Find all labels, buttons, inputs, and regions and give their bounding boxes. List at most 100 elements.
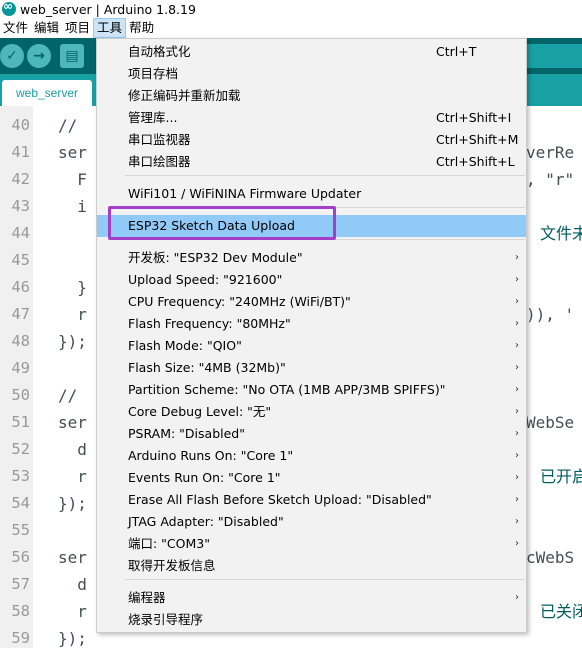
submenu-arrow-icon: › [515,450,519,461]
code-text: F [58,170,87,189]
menu-item-15[interactable]: Core Debug Level: "无" › [97,401,526,423]
code-text-overflow: , "r" [526,170,575,189]
line-number: 54 [11,494,30,512]
code-text: d [58,575,87,594]
menu-file[interactable]: 文件 [0,18,31,38]
line-number: 42 [11,170,30,188]
code-text: } [58,278,87,297]
menu-item-shortcut: Ctrl+Shift+M [436,132,519,147]
menu-item-label: Arduino Runs On: "Core 1" [128,448,294,463]
submenu-arrow-icon: › [515,318,519,329]
submenu-arrow-icon: › [515,494,519,505]
menu-item-4[interactable]: 串口监视器 Ctrl+Shift+M [97,129,526,151]
menu-item-10[interactable]: CPU Frequency: "240MHz (WiFi/BT)" › [97,291,526,313]
menu-item-19[interactable]: Erase All Flash Before Sketch Upload: "D… [97,489,526,511]
submenu-arrow-icon: › [515,516,519,527]
line-number: 57 [11,575,30,593]
code-text: r [58,602,87,621]
code-text: ser [58,413,87,432]
menu-item-17[interactable]: Arduino Runs On: "Core 1" › [97,445,526,467]
menu-item-22[interactable]: 取得开发板信息 [97,555,526,577]
menu-item-23[interactable]: 编程器 › [97,587,526,609]
menu-item-5[interactable]: 串口绘图器 Ctrl+Shift+L [97,151,526,173]
menu-item-label: WiFi101 / WiFiNINA Firmware Updater [128,186,362,201]
line-number: 43 [11,197,30,215]
menu-item-20[interactable]: JTAG Adapter: "Disabled" › [97,511,526,533]
serial-monitor-button[interactable] [522,44,582,68]
upload-button[interactable]: → [27,44,51,68]
arrow-right-icon: → [33,48,45,64]
menu-item-0[interactable]: 自动格式化 Ctrl+T [97,41,526,63]
menu-item-label: JTAG Adapter: "Disabled" [128,514,284,529]
menu-item-label: CPU Frequency: "240MHz (WiFi/BT)" [128,294,351,309]
submenu-arrow-icon: › [515,252,519,263]
menu-item-13[interactable]: Flash Size: "4MB (32Mb)" › [97,357,526,379]
window-title: web_server | Arduino 1.8.19 [20,1,196,17]
menu-item-14[interactable]: Partition Scheme: "No OTA (1MB APP/3MB S… [97,379,526,401]
menu-item-12[interactable]: Flash Mode: "QIO" › [97,335,526,357]
verify-button[interactable]: ✓ [0,44,24,68]
code-text: }); [58,494,87,513]
menu-item-label: Flash Mode: "QIO" [128,338,242,353]
check-icon: ✓ [6,48,18,64]
menu-item-label: 烧录引导程序 [128,612,204,627]
code-text: }); [58,629,87,648]
menu-item-shortcut: Ctrl+T [436,44,477,59]
menu-separator [125,175,525,176]
menu-item-8[interactable]: 开发板: "ESP32 Dev Module" › [97,247,526,269]
menu-item-3[interactable]: 管理库... Ctrl+Shift+I [97,107,526,129]
menu-item-shortcut: Ctrl+Shift+I [436,110,512,125]
menu-item-label: 自动格式化 [128,44,191,59]
menu-item-label: 开发板: "ESP32 Dev Module" [128,250,303,265]
title-bar: web_server | Arduino 1.8.19 [0,0,582,18]
menu-tools[interactable]: 工具 [93,18,127,38]
code-text: i [58,197,87,216]
code-text: ser [58,143,87,162]
code-text-overflow: verRe [526,143,575,162]
code-text-overflow: 文件未找 [540,224,582,243]
line-number: 40 [11,116,30,134]
line-number: 49 [11,359,30,377]
line-number: 56 [11,548,30,566]
code-text: d [58,440,87,459]
line-number: 59 [11,629,30,647]
menu-sketch[interactable]: 项目 [62,18,93,38]
menu-item-16[interactable]: PSRAM: "Disabled" › [97,423,526,445]
new-button[interactable]: ▤ [60,44,84,68]
menu-edit[interactable]: 编辑 [31,18,62,38]
code-text-overflow: WebSe [526,413,575,432]
code-text: // [58,116,78,135]
menu-item-1[interactable]: 项目存档 [97,63,526,85]
code-text-overflow: cWebS [526,548,575,567]
menu-item-shortcut: Ctrl+Shift+L [436,154,515,169]
code-text-overflow: 已开启 [540,467,582,486]
menu-help[interactable]: 帮助 [126,18,157,38]
submenu-arrow-icon: › [515,406,519,417]
menu-item-label: PSRAM: "Disabled" [128,426,245,441]
submenu-arrow-icon: › [515,274,519,285]
menu-item-24[interactable]: 烧录引导程序 [97,609,526,631]
menu-item-label: 编程器 [128,590,166,605]
menu-item-9[interactable]: Upload Speed: "921600" › [97,269,526,291]
line-number: 51 [11,413,30,431]
line-number: 58 [11,602,30,620]
submenu-arrow-icon: › [515,384,519,395]
menu-item-21[interactable]: 端口: "COM3" › [97,533,526,555]
menu-item-label: Events Run On: "Core 1" [128,470,281,485]
menu-item-label: Flash Frequency: "80MHz" [128,316,291,331]
line-number: 45 [11,251,30,269]
code-text: // [58,386,78,405]
menu-item-label: Erase All Flash Before Sketch Upload: "D… [128,492,432,507]
menu-item-label: 项目存档 [128,66,179,81]
menu-item-18[interactable]: Events Run On: "Core 1" › [97,467,526,489]
line-number: 50 [11,386,30,404]
submenu-arrow-icon: › [515,362,519,373]
menu-separator [125,579,525,580]
menu-item-6[interactable]: WiFi101 / WiFiNINA Firmware Updater [97,183,526,205]
menu-item-label: 串口监视器 [128,132,191,147]
line-number: 52 [11,440,30,458]
tab-web-server[interactable]: web_server [2,80,92,106]
submenu-arrow-icon: › [515,538,519,549]
menu-item-11[interactable]: Flash Frequency: "80MHz" › [97,313,526,335]
menu-item-2[interactable]: 修正编码并重新加载 [97,85,526,107]
